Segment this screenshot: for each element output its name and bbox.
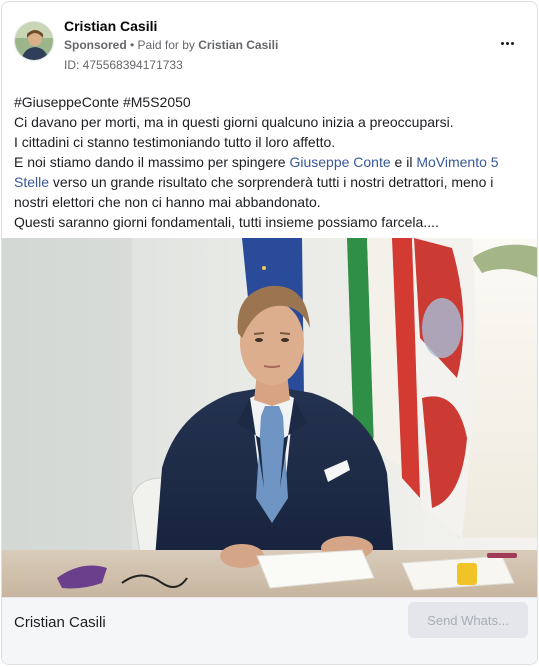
text-segment: E noi stiamo dando il massimo per spinge… xyxy=(14,154,290,170)
body-line-with-links: E noi stiamo dando il massimo per spinge… xyxy=(14,152,514,212)
post-meta: Cristian Casili Sponsored • Paid for by … xyxy=(64,17,278,73)
text-segment: verso un grande risultato che sorprender… xyxy=(14,174,494,210)
post-header: Cristian Casili Sponsored • Paid for by … xyxy=(14,17,525,73)
post-body: #GiuseppeConte #M5S2050 Ci davano per mo… xyxy=(14,92,514,232)
hashtags: #GiuseppeConte #M5S2050 xyxy=(14,94,191,110)
paid-for-prefix: Paid for by xyxy=(137,38,199,52)
separator: • xyxy=(126,38,138,52)
body-line: I cittadini ci stanno testimoniando tutt… xyxy=(14,134,336,150)
body-line: Questi saranno giorni fondamentali, tutt… xyxy=(14,214,439,230)
body-line: Ci davano per morti, ma in questi giorni… xyxy=(14,114,454,130)
footer-title[interactable]: Cristian Casili xyxy=(14,614,106,631)
sponsor-line: Sponsored • Paid for by Cristian Casili xyxy=(64,37,278,53)
paid-for-name: Cristian Casili xyxy=(198,38,279,52)
author-name[interactable]: Cristian Casili xyxy=(64,17,278,35)
ad-image[interactable] xyxy=(2,238,537,597)
text-segment: e il xyxy=(390,154,417,170)
ad-footer: Cristian Casili Send Whats... xyxy=(2,597,537,664)
avatar[interactable] xyxy=(14,21,54,61)
ad-id: ID: 475568394171733 xyxy=(64,58,183,72)
more-options-icon[interactable] xyxy=(495,31,519,55)
link-giuseppe-conte[interactable]: Giuseppe Conte xyxy=(289,154,390,170)
send-whatsapp-button[interactable]: Send Whats... xyxy=(408,602,528,638)
ad-card: Cristian Casili Sponsored • Paid for by … xyxy=(1,1,538,665)
sponsored-label: Sponsored xyxy=(64,38,127,52)
